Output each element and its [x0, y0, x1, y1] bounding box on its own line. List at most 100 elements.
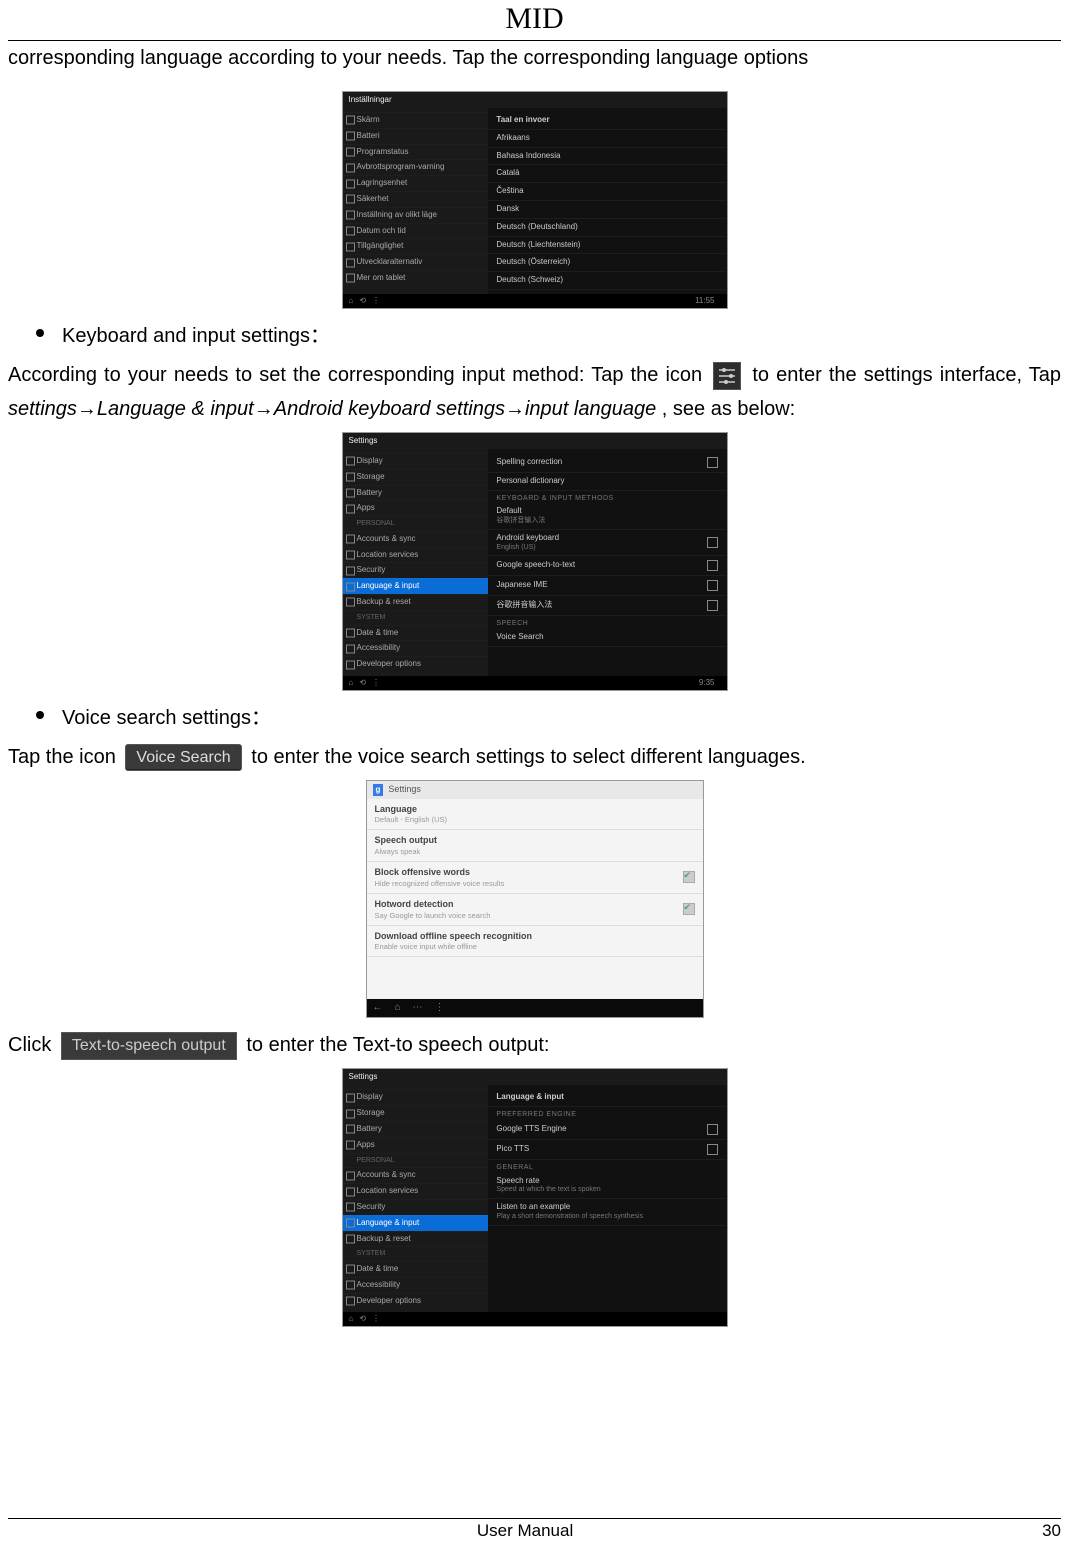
clock-text-2: 9:35 [699, 678, 715, 687]
settings-item: Google speech-to-text [488, 556, 726, 576]
menu-item-icon [346, 535, 355, 544]
menu-item-icon [346, 1109, 355, 1118]
nav-back-icon: ⌂ [349, 296, 354, 305]
tts-setting-label: Pico TTS [496, 1144, 529, 1153]
language-option: Deutsch (Liechtenstein) [488, 237, 726, 255]
settings-item: Android keyboard English (US) [488, 530, 726, 556]
footer-center: User Manual [8, 1521, 1042, 1541]
menu-item-icon [346, 1297, 355, 1306]
menu-item-icon [346, 473, 355, 482]
sidebar-item-label: Accounts & sync [357, 534, 416, 543]
screenshot-language-input: Settings DisplayStorageBatteryAppsPERSON… [342, 432, 728, 691]
header-rule [8, 40, 1061, 41]
sidebar-item: Security [343, 562, 489, 578]
sidebar-item-label: Batteri [357, 131, 380, 140]
sidebar-item-label: Security [357, 1202, 386, 1211]
sidebar-item: Mer om tablet [343, 270, 489, 286]
language-option: Taal en invoer [488, 112, 726, 130]
voice-setting-sub: Say Google to launch voice search [375, 911, 491, 920]
settings-item-label: Android keyboard [496, 533, 559, 542]
section-header: GENERAL [488, 1160, 726, 1173]
checkbox-icon [683, 903, 695, 915]
menu-item-icon [346, 1281, 355, 1290]
language-option: Čeština [488, 183, 726, 201]
sidebar-item: Apps [343, 500, 489, 516]
menu-item-icon [346, 628, 355, 637]
sidebar-item-label: Inställning av olikt läge [357, 210, 438, 219]
language-option: Bahasa Indonesia [488, 148, 726, 166]
sidebar-item-label: Location services [357, 1186, 419, 1195]
settings-item-sub: English (US) [496, 544, 559, 552]
sidebar-item: Display [343, 453, 489, 469]
para3-prefix: Click [8, 1034, 57, 1056]
screenshot3-title: Settings [388, 784, 421, 795]
text-to-speech-button-image: Text-to-speech output [61, 1032, 237, 1060]
settings-knob-icon [707, 1144, 718, 1155]
settings-item-label: Japanese IME [496, 580, 547, 589]
screenshot4-title: Settings [349, 1073, 378, 1082]
menu-item-icon [346, 116, 355, 125]
sidebar-item-label: Apps [357, 1140, 375, 1149]
sidebar-item: Security [343, 1199, 489, 1215]
para1-mid: to enter the settings interface, Tap [752, 364, 1061, 386]
section-header: PREFERRED ENGINE [488, 1107, 726, 1120]
settings-item: Japanese IME [488, 576, 726, 596]
sidebar-item: Display [343, 1089, 489, 1105]
tts-setting-item: Speech rateSpeed at which the text is sp… [488, 1173, 726, 1199]
screenshot-language-list: Inställningar SkärmBatteriProgramstatusA… [342, 91, 728, 309]
sidebar-item-label: Backup & reset [357, 1234, 411, 1243]
sidebar-item: Accounts & sync [343, 531, 489, 547]
language-option: Deutsch (Schweiz) [488, 272, 726, 290]
panel-title: Language & input [488, 1089, 726, 1107]
sidebar-item-label: Security [357, 565, 386, 574]
sidebar-item: Accounts & sync [343, 1167, 489, 1183]
sidebar-item: Location services [343, 1183, 489, 1199]
sidebar-item: Date & time [343, 1261, 489, 1277]
para3-suffix: to enter the Text-to speech output: [246, 1034, 549, 1056]
screenshot2-title: Settings [349, 437, 378, 446]
settings-item: Voice Search [488, 629, 726, 647]
sidebar-item: Batteri [343, 128, 489, 144]
para2-suffix: to enter the voice search settings to se… [251, 746, 805, 768]
sidebar-item: Apps [343, 1137, 489, 1153]
tts-setting-item: Pico TTS [488, 1140, 726, 1160]
sidebar-item-label: Programstatus [357, 147, 409, 156]
settings-knob-icon [707, 457, 718, 468]
sidebar-item: Datum och tid [343, 223, 489, 239]
sidebar-item: Storage [343, 1105, 489, 1121]
sidebar-item-label: Date & time [357, 1264, 399, 1273]
tts-setting-label: Listen to an example [496, 1202, 570, 1211]
sidebar-item-label: Date & time [357, 628, 399, 637]
menu-item-icon [346, 1125, 355, 1134]
menu-item-icon [346, 226, 355, 235]
menu-item-icon [346, 163, 355, 172]
menu-item-icon [346, 644, 355, 653]
menu-item-icon [346, 1219, 355, 1228]
voice-setting-label: Hotword detection [375, 899, 491, 910]
language-option: Deutsch (Deutschland) [488, 219, 726, 237]
menu-item-icon [346, 242, 355, 251]
sidebar-item: Backup & reset [343, 1231, 489, 1247]
doc-header-title: MID [8, 2, 1061, 36]
sidebar-item: Language & input [343, 578, 489, 594]
sidebar-item-label: Language & input [357, 581, 420, 590]
menu-item-icon [346, 1093, 355, 1102]
sidebar-item: Utvecklaralternativ [343, 254, 489, 270]
sidebar-item-label: Display [357, 1092, 383, 1101]
sidebar-item: Skärm [343, 112, 489, 128]
bullet-voice-search: Voice search settings： [62, 701, 271, 730]
sidebar-item-label: Location services [357, 550, 419, 559]
section-header: KEYBOARD & INPUT METHODS [488, 491, 726, 504]
voice-setting-sub: Enable voice input while offline [375, 942, 533, 951]
settings-item: Spelling correction [488, 453, 726, 473]
sidebar-item-label: Utvecklaralternativ [357, 257, 423, 266]
checkbox-icon [683, 871, 695, 883]
sidebar-item: Accessibility [343, 640, 489, 656]
settings-item-label: Spelling correction [496, 457, 562, 466]
sidebar-item-label: Developer options [357, 1296, 421, 1305]
sidebar-item-label: Mer om tablet [357, 273, 406, 282]
para2-prefix: Tap the icon [8, 746, 121, 768]
sidebar-item: Battery [343, 485, 489, 501]
sidebar-item: Language & input [343, 1215, 489, 1231]
sidebar-item-label: Backup & reset [357, 597, 411, 606]
